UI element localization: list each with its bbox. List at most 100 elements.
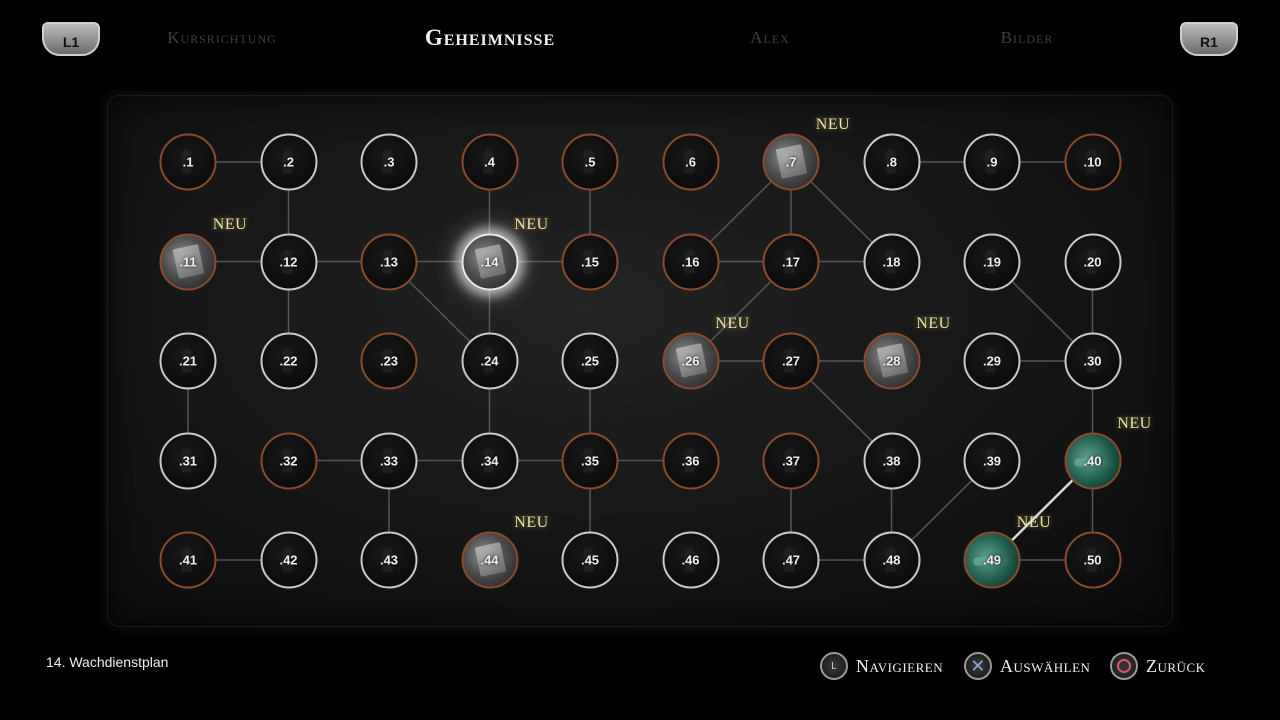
secret-node-number: .7	[785, 154, 797, 170]
secret-node-number: .17	[781, 254, 801, 269]
secret-node-20[interactable]: .20	[1064, 233, 1121, 290]
secret-node-38[interactable]: .38	[863, 432, 920, 489]
secret-node-11[interactable]: .11	[159, 233, 217, 290]
secret-node-number: .23	[379, 353, 399, 369]
new-badge: NEU	[514, 514, 549, 531]
secret-node-number: .15	[580, 254, 600, 269]
secret-node-number: .44	[480, 552, 499, 568]
secret-node-number: .16	[681, 254, 700, 269]
secret-node-31[interactable]: .31	[159, 432, 217, 489]
secret-node-4[interactable]: .4	[461, 133, 518, 191]
secret-node-number: .50	[1083, 552, 1102, 568]
secret-node-7[interactable]: .7	[762, 133, 820, 191]
secret-node-number: .14	[480, 254, 499, 269]
secret-node-44[interactable]: .44	[461, 531, 518, 589]
secret-node-18[interactable]: .18	[863, 233, 920, 290]
secret-node-10[interactable]: .10	[1064, 133, 1121, 191]
secret-node-2[interactable]: .2	[260, 133, 317, 191]
secret-node-37[interactable]: .37	[762, 432, 820, 489]
secret-node-number: .19	[982, 254, 1002, 269]
secret-node-number: .40	[1083, 453, 1102, 468]
secret-node-number: .38	[882, 453, 901, 468]
secret-node-number: .36	[681, 453, 700, 468]
cross-button-icon: ✕	[964, 652, 992, 680]
hint-back[interactable]: Zurück	[1110, 652, 1206, 680]
secret-node-number: .34	[480, 453, 499, 468]
secret-node-number: .5	[584, 154, 596, 170]
new-badge: NEU	[212, 215, 248, 233]
secret-node-41[interactable]: .41	[159, 531, 217, 589]
secret-node-number: .45	[580, 552, 600, 568]
secret-node-45[interactable]: .45	[561, 531, 619, 589]
secret-node-13[interactable]: .13	[360, 233, 418, 290]
secret-node-number: .30	[1083, 353, 1102, 369]
secret-node-24[interactable]: .24	[461, 332, 518, 390]
secret-node-50[interactable]: .50	[1064, 531, 1121, 589]
secret-node-21[interactable]: .21	[159, 332, 217, 390]
secret-node-number: .9	[986, 154, 998, 170]
secret-node-23[interactable]: .23	[360, 332, 418, 390]
secret-node-17[interactable]: .17	[762, 233, 820, 290]
secret-node-number: .6	[685, 154, 696, 170]
secret-node-26[interactable]: .26	[662, 332, 719, 390]
new-badge: NEU	[815, 116, 851, 133]
hint-select: ✕ Auswählen	[964, 652, 1090, 680]
secret-node-number: .35	[580, 453, 600, 468]
secret-node-number: .18	[882, 254, 901, 269]
secret-node-3[interactable]: .3	[360, 133, 418, 191]
secret-node-9[interactable]: .9	[963, 133, 1021, 191]
new-badge: NEU	[715, 315, 750, 332]
secret-node-48[interactable]: .48	[863, 531, 920, 589]
secret-node-43[interactable]: .43	[360, 531, 418, 589]
secret-node-46[interactable]: .46	[662, 531, 719, 589]
secret-node-29[interactable]: .29	[963, 332, 1021, 390]
secret-node-number: .24	[480, 353, 499, 369]
left-stick-icon: L	[820, 652, 848, 680]
secret-node-25[interactable]: .25	[561, 332, 619, 390]
secret-node-number: .41	[178, 552, 198, 568]
secret-node-28[interactable]: .28	[863, 332, 920, 390]
secret-node-39[interactable]: .39	[963, 432, 1021, 489]
new-badge: NEU	[1117, 414, 1152, 432]
secret-node-number: .47	[781, 552, 801, 568]
secret-node-number: .28	[882, 353, 901, 369]
hint-navigate: L Navigieren	[820, 652, 943, 680]
secret-node-32[interactable]: .32	[260, 432, 317, 489]
secret-node-16[interactable]: .16	[662, 233, 719, 290]
hint-back-label: Zurück	[1146, 655, 1206, 676]
secret-node-number: .4	[484, 154, 495, 170]
secret-node-number: .22	[279, 353, 298, 369]
secret-node-1[interactable]: .1	[159, 133, 217, 191]
secret-node-5[interactable]: .5	[561, 133, 619, 191]
secret-node-number: .39	[982, 453, 1002, 468]
secret-node-47[interactable]: .47	[762, 531, 820, 589]
secret-node-15[interactable]: .15	[561, 233, 619, 290]
secret-node-8[interactable]: .8	[863, 133, 920, 191]
secret-node-49[interactable]: .49	[963, 531, 1021, 589]
secret-node-27[interactable]: .27	[762, 332, 820, 390]
secret-node-22[interactable]: .22	[260, 332, 317, 390]
circle-button-icon	[1110, 652, 1138, 680]
secret-node-34[interactable]: .34	[461, 432, 518, 489]
secret-node-number: .21	[178, 353, 198, 369]
secret-node-36[interactable]: .36	[662, 432, 719, 489]
new-badge: NEU	[916, 315, 951, 332]
secret-node-33[interactable]: .33	[360, 432, 418, 489]
secret-node-14[interactable]: .14	[461, 233, 518, 290]
secret-node-number: .33	[379, 453, 399, 468]
secret-node-number: .49	[982, 552, 1002, 568]
secret-node-number: .1	[182, 154, 194, 170]
secret-node-number: .13	[379, 254, 399, 269]
secret-node-number: .10	[1083, 154, 1102, 170]
hint-select-label: Auswählen	[1000, 655, 1091, 676]
secret-node-6[interactable]: .6	[662, 133, 719, 191]
secret-node-35[interactable]: .35	[561, 432, 619, 489]
hint-navigate-label: Navigieren	[856, 655, 944, 676]
secret-node-42[interactable]: .42	[260, 531, 317, 589]
secret-node-number: .37	[781, 453, 801, 468]
secret-node-40[interactable]: .40	[1064, 432, 1121, 489]
secret-node-30[interactable]: .30	[1064, 332, 1121, 390]
secret-node-12[interactable]: .12	[260, 233, 317, 290]
secret-node-number: .48	[882, 552, 901, 568]
secret-node-19[interactable]: .19	[963, 233, 1021, 290]
